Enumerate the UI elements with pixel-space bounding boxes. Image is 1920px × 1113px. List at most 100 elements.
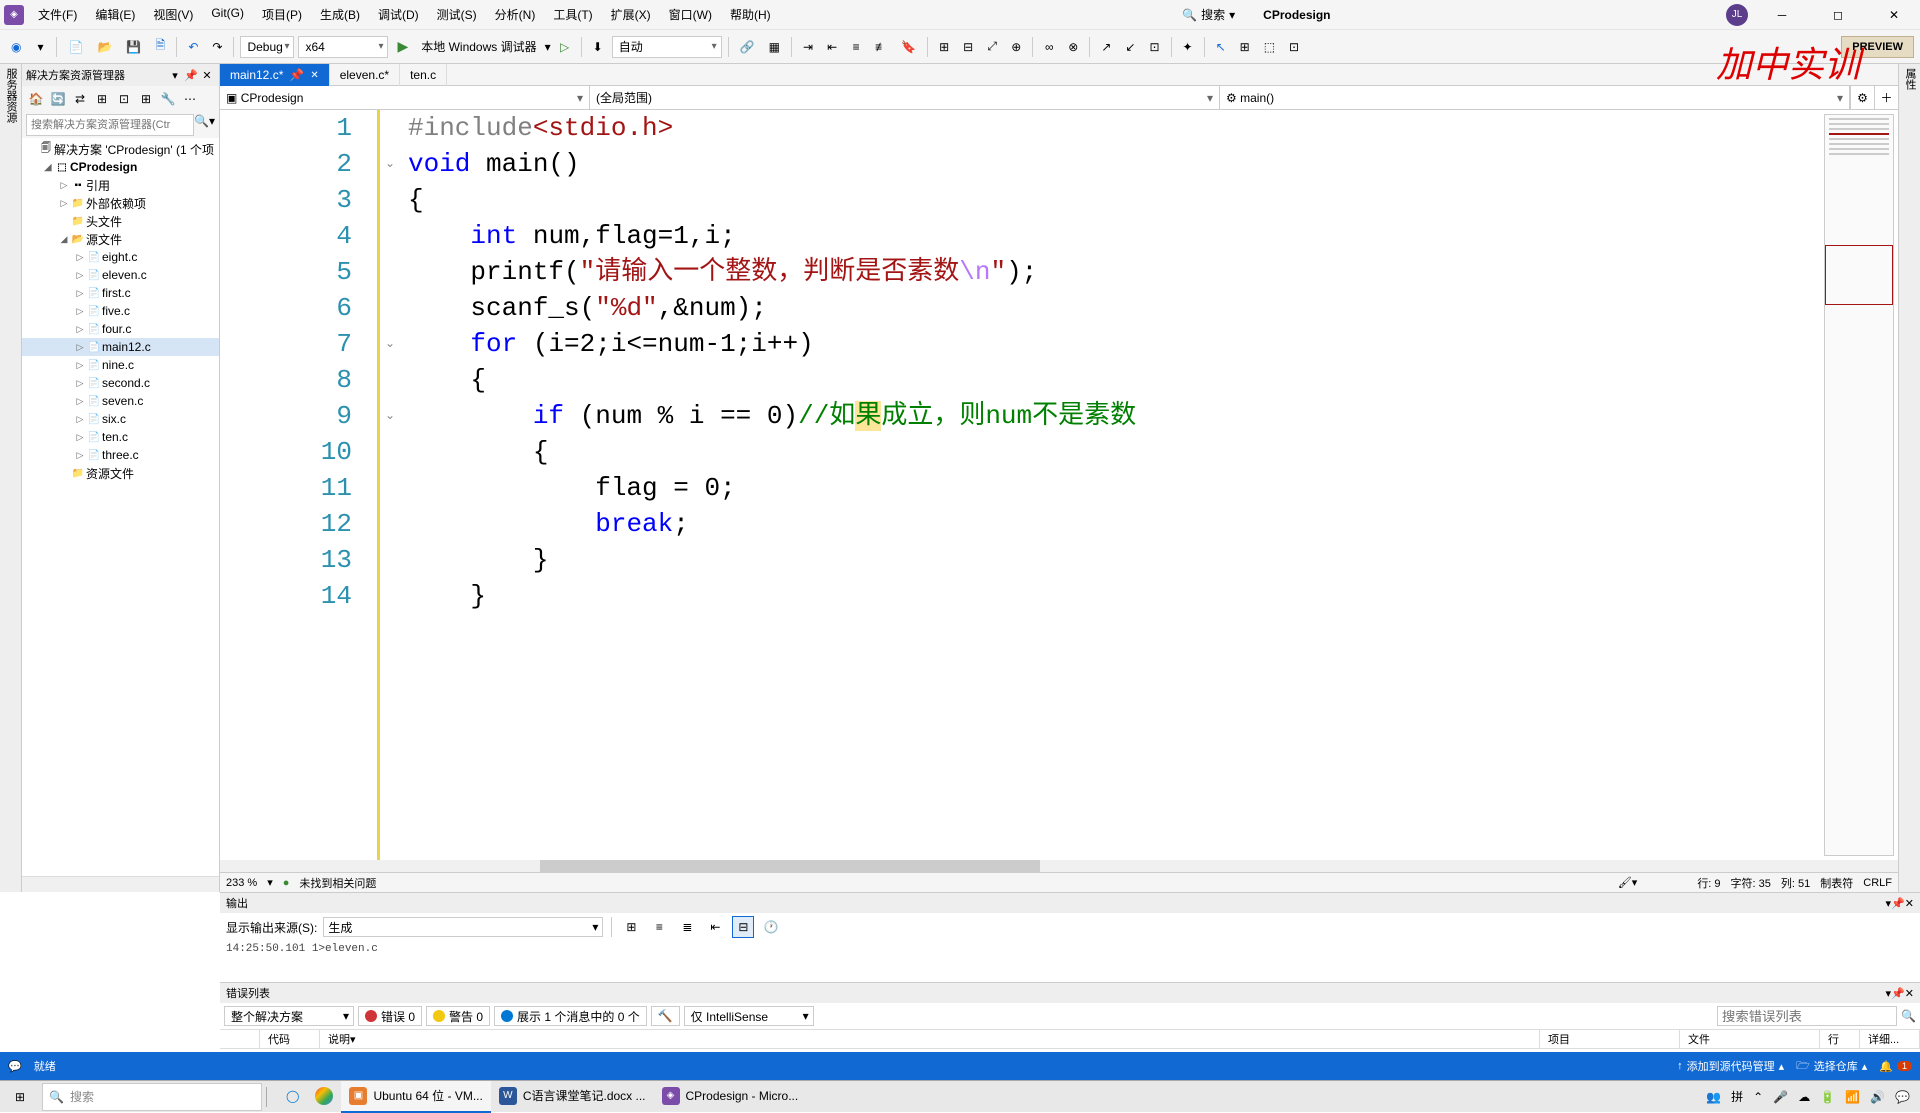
tree-file[interactable]: ▷📄three.c bbox=[22, 446, 219, 464]
start-button[interactable]: ⊞ bbox=[0, 1081, 40, 1113]
bookmark-button[interactable]: 🔖 bbox=[896, 35, 921, 59]
code-area[interactable]: 1234567891011121314 ⌄⌄⌄ #include<stdio.h… bbox=[220, 110, 1898, 860]
home-icon[interactable]: 🏠 bbox=[26, 89, 46, 109]
tree-sources[interactable]: ◢📂源文件 bbox=[22, 230, 219, 248]
taskbar-cortana[interactable]: ◯ bbox=[278, 1081, 307, 1113]
menu-window[interactable]: 窗口(W) bbox=[661, 2, 720, 27]
tree-refs[interactable]: ▷▪▪引用 bbox=[22, 176, 219, 194]
tb-misc-13[interactable]: ⊡ bbox=[1284, 35, 1304, 59]
err-col-line[interactable]: 行 bbox=[1820, 1030, 1860, 1048]
gear-icon[interactable]: ⚙ bbox=[1850, 86, 1874, 109]
tab-main12[interactable]: main12.c*📌✕ bbox=[220, 64, 330, 86]
title-search[interactable]: 🔍 搜索 ▾ bbox=[1174, 6, 1243, 23]
left-side-tabs[interactable]: 服务器资源 bbox=[0, 64, 22, 892]
ptb-2[interactable]: ⊞ bbox=[92, 89, 112, 109]
otb-2[interactable]: ≡ bbox=[648, 916, 670, 938]
tree-file[interactable]: ▷📄four.c bbox=[22, 320, 219, 338]
intellisense-combo[interactable]: 仅 IntelliSense bbox=[684, 1006, 814, 1026]
err-col-file[interactable]: 文件 bbox=[1680, 1030, 1820, 1048]
nav-scope-combo[interactable]: (全局范围) bbox=[590, 86, 1220, 109]
menu-analyze[interactable]: 分析(N) bbox=[487, 2, 544, 27]
tree-file[interactable]: ▷📄five.c bbox=[22, 302, 219, 320]
panel-close-icon[interactable]: ✕ bbox=[1905, 987, 1914, 1000]
right-side-tabs[interactable]: 属性 bbox=[1898, 64, 1920, 892]
taskbar-chrome[interactable] bbox=[307, 1081, 341, 1113]
tree-file-selected[interactable]: ▷📄main12.c bbox=[22, 338, 219, 356]
pin-icon[interactable]: 📌 bbox=[289, 68, 304, 82]
taskbar-search[interactable]: 🔍 搜索 bbox=[42, 1083, 262, 1111]
output-source-combo[interactable]: 生成 bbox=[323, 917, 603, 937]
fold-column[interactable]: ⌄⌄⌄ bbox=[380, 110, 400, 860]
select-repo-button[interactable]: 🗁 选择仓库 ▴ bbox=[1796, 1057, 1867, 1076]
new-project-button[interactable]: 📄 bbox=[63, 35, 88, 59]
indent-mode[interactable]: 制表符 bbox=[1820, 875, 1853, 891]
tray-battery-icon[interactable]: 🔋 bbox=[1820, 1090, 1835, 1104]
otb-1[interactable]: ⊞ bbox=[620, 916, 642, 938]
outdent-button[interactable]: ⇤ bbox=[822, 35, 842, 59]
taskbar-app-vmware[interactable]: ▣Ubuntu 64 位 - VM... bbox=[341, 1081, 490, 1113]
tb-misc-7[interactable]: ↗ bbox=[1096, 35, 1116, 59]
solution-hscroll[interactable] bbox=[22, 876, 219, 892]
err-col-desc[interactable]: 说明 ▾ bbox=[320, 1030, 1540, 1048]
editor-hscroll[interactable] bbox=[220, 860, 1898, 872]
tray-mic-icon[interactable]: 🎤 bbox=[1773, 1090, 1788, 1104]
pin-icon[interactable]: 📌 bbox=[1891, 987, 1905, 1000]
back-button[interactable]: ◉ bbox=[6, 35, 26, 59]
menu-project[interactable]: 项目(P) bbox=[254, 2, 310, 27]
eol-mode[interactable]: CRLF bbox=[1863, 877, 1892, 889]
zoom-dropdown-icon[interactable]: ▾ bbox=[267, 876, 273, 889]
errors-filter[interactable]: 错误 0 bbox=[358, 1006, 422, 1026]
nav-project-combo[interactable]: ▣ CProdesign bbox=[220, 86, 590, 109]
pin-icon[interactable]: 📌 bbox=[183, 69, 199, 82]
otb-3[interactable]: ≣ bbox=[676, 916, 698, 938]
start-debug-button[interactable]: ▶ bbox=[392, 35, 413, 59]
user-avatar[interactable]: JL bbox=[1726, 4, 1748, 26]
platform-combo[interactable]: x64 bbox=[298, 36, 388, 58]
feedback-icon[interactable]: 💬 bbox=[8, 1060, 22, 1073]
tray-notifications-icon[interactable]: 💬 bbox=[1895, 1090, 1910, 1104]
err-col-project[interactable]: 项目 bbox=[1540, 1030, 1680, 1048]
close-button[interactable]: ✕ bbox=[1872, 0, 1916, 30]
warnings-filter[interactable]: 警告 0 bbox=[426, 1006, 490, 1026]
tree-headers[interactable]: 📁头文件 bbox=[22, 212, 219, 230]
clock-icon[interactable]: 🕐 bbox=[760, 916, 782, 938]
output-body[interactable]: 14:25:50.101 1>eleven.c bbox=[220, 941, 1920, 982]
tree-resources[interactable]: 📁资源文件 bbox=[22, 464, 219, 482]
tab-ten[interactable]: ten.c bbox=[400, 64, 447, 86]
tab-eleven[interactable]: eleven.c* bbox=[330, 64, 400, 86]
tb-misc-5[interactable]: ∞ bbox=[1039, 35, 1059, 59]
menu-view[interactable]: 视图(V) bbox=[145, 2, 201, 27]
minimap[interactable] bbox=[1824, 114, 1894, 856]
panel-close-icon[interactable]: ✕ bbox=[1905, 897, 1914, 910]
otb-5[interactable]: ⊟ bbox=[732, 916, 754, 938]
redo-button[interactable]: ↷ bbox=[207, 35, 227, 59]
taskbar-app-word[interactable]: WC语言课堂笔记.docx ... bbox=[491, 1081, 654, 1113]
search-icon[interactable]: 🔍 bbox=[1901, 1009, 1916, 1023]
chevron-down-icon[interactable]: ▾ bbox=[545, 40, 551, 54]
tb-misc-3[interactable]: ⤢ bbox=[982, 35, 1002, 59]
menu-edit[interactable]: 编辑(E) bbox=[87, 2, 143, 27]
tb-misc-1[interactable]: ⊞ bbox=[934, 35, 954, 59]
uncomment-button[interactable]: ≢ bbox=[870, 35, 892, 59]
tray-volume-icon[interactable]: 🔊 bbox=[1870, 1090, 1885, 1104]
menu-extensions[interactable]: 扩展(X) bbox=[603, 2, 659, 27]
menu-build[interactable]: 生成(B) bbox=[312, 2, 368, 27]
tb-misc-12[interactable]: ⬚ bbox=[1259, 35, 1280, 59]
menu-tools[interactable]: 工具(T) bbox=[545, 2, 600, 27]
err-col-icon[interactable] bbox=[220, 1030, 260, 1048]
search-icon[interactable]: 🔍 bbox=[194, 114, 209, 136]
undo-button[interactable]: ↶ bbox=[183, 35, 203, 59]
ptb-5[interactable]: ⋯ bbox=[180, 89, 200, 109]
save-all-button[interactable]: 🗎 bbox=[150, 35, 170, 59]
tb-misc-11[interactable]: ⊞ bbox=[1235, 35, 1255, 59]
tray-chevron-icon[interactable]: ⌃ bbox=[1753, 1090, 1763, 1104]
indent-button[interactable]: ⇥ bbox=[798, 35, 818, 59]
tree-file[interactable]: ▷📄first.c bbox=[22, 284, 219, 302]
sync-icon[interactable]: 🔄 bbox=[48, 89, 68, 109]
menu-test[interactable]: 测试(S) bbox=[429, 2, 485, 27]
menu-debug[interactable]: 调试(D) bbox=[370, 2, 427, 27]
start-no-debug-button[interactable]: ▷ bbox=[555, 35, 575, 59]
pin-icon[interactable]: 📌 bbox=[1891, 897, 1905, 910]
panel-dropdown-icon[interactable]: ▾ bbox=[167, 69, 183, 82]
tb-btn-1[interactable]: ▦ bbox=[764, 35, 785, 59]
